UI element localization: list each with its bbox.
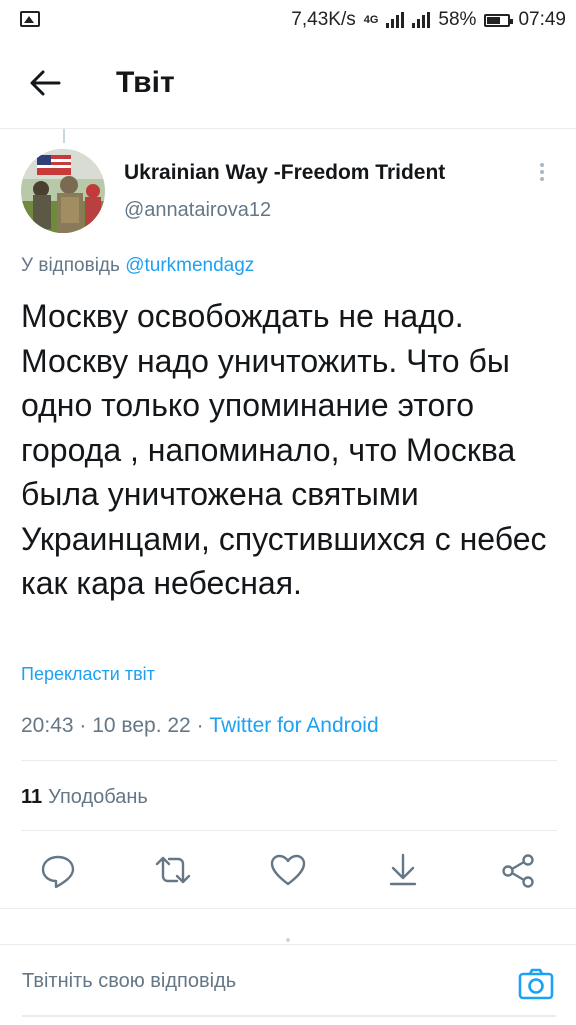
heart-icon (270, 854, 306, 886)
signal-icon (386, 12, 405, 28)
tweet-text: Москву освобождать не надо. Москву надо … (21, 298, 547, 601)
likes-count: 11 (21, 786, 43, 808)
camera-icon (518, 968, 554, 1000)
author-handle[interactable]: @annatairova12 (124, 199, 271, 222)
retweet-icon (155, 856, 191, 884)
share-icon (502, 854, 534, 888)
reply-button[interactable] (38, 850, 78, 890)
tweet-date: 10 вер. 22 (92, 714, 191, 737)
clock: 07:49 (518, 9, 566, 30)
more-options-button[interactable] (535, 163, 549, 185)
meta-separator: · (79, 714, 93, 737)
likes-label: Уподобань (48, 786, 148, 808)
avatar[interactable] (21, 149, 105, 233)
camera-button[interactable] (518, 967, 554, 1001)
divider (21, 830, 557, 831)
back-button[interactable] (28, 68, 62, 98)
separator-dot (286, 938, 290, 942)
tweet-meta: 20:43 · 10 вер. 22 · Twitter for Android (21, 714, 379, 738)
likes-summary[interactable]: 11 Уподобань (21, 786, 148, 809)
network-type: 4G (363, 14, 379, 26)
reply-mention-link[interactable]: @turkmendagz (125, 255, 254, 276)
avatar-image (21, 149, 105, 233)
retweet-button[interactable] (153, 850, 193, 890)
reply-input-underline (22, 1015, 556, 1017)
divider (0, 908, 576, 909)
reply-prefix: У відповідь (21, 255, 120, 276)
download-icon (389, 853, 417, 886)
divider (21, 760, 557, 761)
share-button[interactable] (498, 850, 538, 890)
comment-icon (41, 855, 75, 889)
tweet-source-link[interactable]: Twitter for Android (209, 714, 378, 737)
translate-tweet-link[interactable]: Перекласти твіт (21, 664, 155, 685)
tweet-actions (0, 850, 576, 896)
battery-icon (484, 13, 514, 27)
more-vertical-icon (535, 163, 549, 181)
network-speed: 7,43K/s (291, 9, 356, 30)
like-button[interactable] (268, 850, 308, 890)
tweet-time: 20:43 (21, 714, 74, 737)
page-title: Твіт (116, 66, 175, 99)
reply-input[interactable] (22, 970, 492, 993)
status-bar: 7,43K/s 4G 58% 07:49 (0, 0, 576, 40)
reply-composer (0, 944, 576, 1025)
top-app-bar: Твіт (0, 40, 576, 129)
meta-separator: · (196, 714, 210, 737)
gallery-notification-icon (20, 11, 40, 27)
save-button[interactable] (383, 850, 423, 890)
thread-connector (63, 129, 65, 143)
author-name[interactable]: Ukrainian Way -Freedom Trident (124, 161, 445, 185)
arrow-left-icon (30, 70, 61, 96)
battery-percent: 58% (438, 9, 477, 30)
signal-2-icon (412, 12, 431, 28)
reply-context: У відповідь @turkmendagz (21, 255, 254, 277)
status-right: 7,43K/s 4G 58% 07:49 (291, 9, 566, 31)
